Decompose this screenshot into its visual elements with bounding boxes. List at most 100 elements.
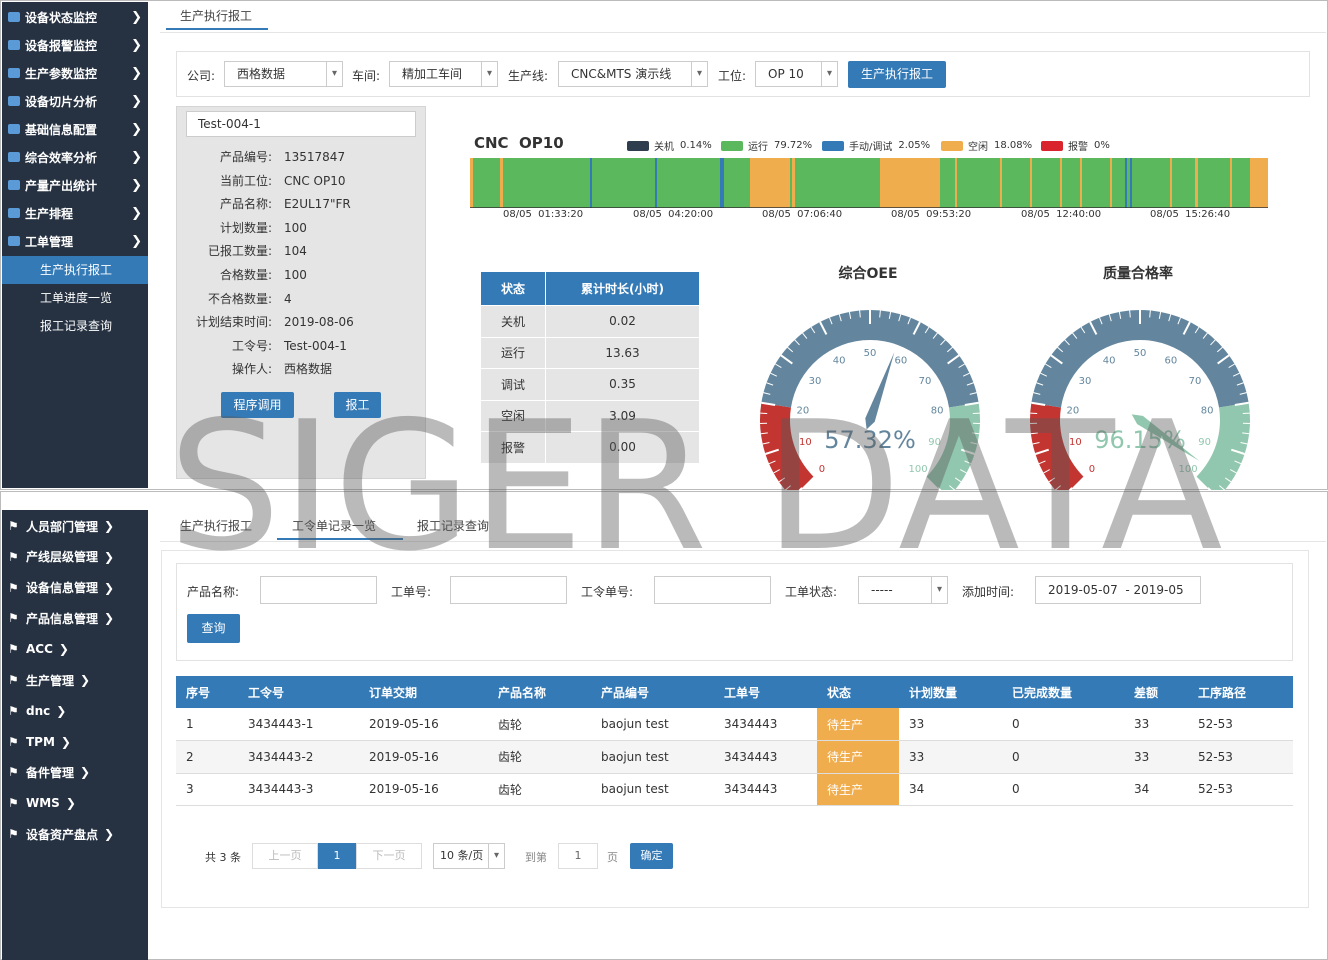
- sidebar-item-label: 设备切片分析: [25, 94, 98, 109]
- total-count: 共 3 条: [205, 851, 241, 864]
- chevron-down-icon: ▾: [931, 577, 947, 603]
- sidebar-item-1[interactable]: 设备报警监控 ❯: [2, 31, 150, 59]
- chevron-down-icon: ▾: [481, 62, 497, 86]
- time-tick: 08/05 07:06:40: [762, 209, 843, 220]
- gauge-scale-label: 80: [931, 405, 944, 416]
- status-name: 关机: [480, 305, 546, 338]
- bottom-tab-0[interactable]: 生产执行报工: [180, 517, 252, 534]
- bottom-sidebar-item-5[interactable]: ⚑ 生产管理 ❯: [2, 666, 150, 694]
- status-badge: 待生产: [817, 773, 899, 806]
- query-button[interactable]: 查询: [187, 614, 240, 643]
- gauge-scale-label: 10: [799, 437, 812, 448]
- table-cell: 2019-05-16: [359, 773, 488, 806]
- sidebar-item-label: 生产参数监控: [25, 66, 98, 81]
- order-status-select[interactable]: ----- ▾: [858, 576, 948, 604]
- sidebar-item-6[interactable]: 产量产出统计 ❯: [2, 171, 150, 199]
- info-row: 工令号: Test-004-1: [180, 335, 420, 358]
- product-name-input[interactable]: [260, 576, 377, 604]
- flag-icon: ⚑: [8, 611, 19, 626]
- legend-swatch: [822, 140, 844, 151]
- bottom-sidebar-item-2[interactable]: ⚑ 设备信息管理 ❯: [2, 574, 150, 602]
- company-value: 西格数据: [237, 67, 286, 81]
- flag-icon: ⚑: [8, 734, 19, 749]
- work-order-input[interactable]: [450, 576, 567, 604]
- sidebar-item-8[interactable]: 工单管理 ❯: [2, 227, 150, 255]
- info-row: 操作人: 西格数据: [180, 358, 420, 381]
- chevron-right-icon: ❯: [131, 121, 142, 137]
- bottom-sidebar-item-1[interactable]: ⚑ 产线层级管理 ❯: [2, 543, 150, 571]
- confirm-button[interactable]: 确定: [630, 843, 673, 869]
- sidebar-item-3[interactable]: 设备切片分析 ❯: [2, 87, 150, 115]
- sidebar-item-4[interactable]: 基础信息配置 ❯: [2, 115, 150, 143]
- production-report-button[interactable]: 生产执行报工: [848, 61, 946, 88]
- sidebar-item-0[interactable]: 设备状态监控 ❯: [2, 3, 150, 31]
- legend-pct: 0%: [1094, 140, 1110, 151]
- date-range-input[interactable]: 2019-05-07 - 2019-05: [1035, 576, 1201, 604]
- table-cell: 52-53: [1188, 740, 1293, 774]
- bottom-sidebar-item-0[interactable]: ⚑ 人员部门管理 ❯: [2, 512, 150, 540]
- bottom-sidebar-item-10[interactable]: ⚑ 设备资产盘点 ❯: [2, 820, 150, 848]
- tab-production-report[interactable]: 生产执行报工: [180, 7, 252, 24]
- sidebar-subitem-0[interactable]: 生产执行报工: [2, 256, 150, 284]
- next-page-button[interactable]: 下一页: [356, 843, 422, 869]
- sidebar-item-label: 工单管理: [25, 234, 74, 249]
- chevron-right-icon: ❯: [104, 580, 115, 595]
- table-cell: 2019-05-16: [359, 740, 488, 774]
- gauge-scale-label: 70: [919, 376, 932, 387]
- sidebar-item-label: 产线层级管理: [26, 550, 99, 565]
- chevron-right-icon: ❯: [104, 611, 115, 626]
- bottom-sidebar-item-6[interactable]: ⚑ dnc ❯: [2, 697, 150, 725]
- monitor-icon: [8, 12, 20, 22]
- goto-page-input[interactable]: 1: [558, 843, 598, 869]
- bottom-sidebar-item-4[interactable]: ⚑ ACC ❯: [2, 635, 150, 663]
- bottom-tab-2[interactable]: 报工记录查询: [417, 517, 489, 534]
- params-icon: [8, 68, 20, 78]
- page-1-button[interactable]: 1: [318, 843, 356, 869]
- bottom-sidebar-item-9[interactable]: ⚑ WMS ❯: [2, 789, 150, 817]
- line-select[interactable]: CNC&MTS 演示线 ▾: [558, 61, 708, 87]
- program-call-button[interactable]: 程序调用: [221, 392, 294, 418]
- sidebar-item-7[interactable]: 生产排程 ❯: [2, 199, 150, 227]
- chevron-right-icon: ❯: [104, 827, 115, 841]
- sidebar-item-label: 设备资产盘点: [26, 827, 99, 842]
- flag-icon: ⚑: [8, 519, 19, 533]
- bottom-sidebar-item-3[interactable]: ⚑ 产品信息管理 ❯: [2, 604, 150, 632]
- order-number-input[interactable]: [654, 576, 771, 604]
- sidebar-item-5[interactable]: 综合效率分析 ❯: [2, 143, 150, 171]
- status-name: 报警: [480, 431, 546, 464]
- chevron-right-icon: ❯: [58, 642, 69, 657]
- table-cell: 33: [899, 708, 1002, 741]
- table-cell: baojun test: [591, 708, 714, 741]
- company-select[interactable]: 西格数据 ▾: [224, 61, 343, 87]
- table-cell: 齿轮: [488, 708, 591, 741]
- status-row: 关机 0.02: [480, 305, 700, 338]
- chevron-down-icon: ▾: [821, 62, 837, 86]
- sidebar-subitem-1[interactable]: 工单进度一览: [2, 284, 150, 312]
- bottom-tab-1[interactable]: 工令单记录一览: [292, 517, 376, 534]
- station-select[interactable]: OP 10 ▾: [755, 61, 838, 87]
- bottom-sidebar-item-7[interactable]: ⚑ TPM ❯: [2, 728, 150, 756]
- table-row[interactable]: 3 3434443-3 2019-05-16 齿轮 baojun test 3434443…: [176, 773, 1293, 806]
- bottom-sidebar-item-8[interactable]: ⚑ 备件管理 ❯: [2, 758, 150, 786]
- prev-page-button[interactable]: 上一页: [252, 843, 318, 869]
- time-tick: 08/05 15:26:40: [1150, 209, 1231, 220]
- gauge-scale-label: 70: [1189, 376, 1202, 387]
- table-cell: 52-53: [1188, 708, 1293, 741]
- calendar-icon: [8, 208, 20, 218]
- report-button[interactable]: 报工: [334, 392, 381, 418]
- legend-item: 运行 79.72%: [721, 138, 812, 153]
- time-tick: 08/05 12:40:00: [1021, 209, 1102, 220]
- sidebar-item-label: ACC: [26, 642, 53, 657]
- sidebar-subitem-2[interactable]: 报工记录查询: [2, 312, 150, 340]
- table-row[interactable]: 1 3434443-1 2019-05-16 齿轮 baojun test 3434443…: [176, 708, 1293, 741]
- workshop-select[interactable]: 精加工车间 ▾: [389, 61, 498, 87]
- chevron-right-icon: ❯: [131, 149, 142, 165]
- status-name: 空闲: [480, 399, 546, 432]
- info-key: 计划结束时间:: [195, 315, 272, 330]
- info-row: 产品名称: E2UL17"FR: [180, 193, 420, 216]
- table-row[interactable]: 2 3434443-2 2019-05-16 齿轮 baojun test 3434443…: [176, 740, 1293, 774]
- status-duration: 3.09: [545, 399, 700, 432]
- sidebar-item-2[interactable]: 生产参数监控 ❯: [2, 59, 150, 87]
- order-field[interactable]: Test-004-1: [186, 111, 416, 137]
- page-size-select[interactable]: 10 条/页 ▾: [433, 843, 505, 869]
